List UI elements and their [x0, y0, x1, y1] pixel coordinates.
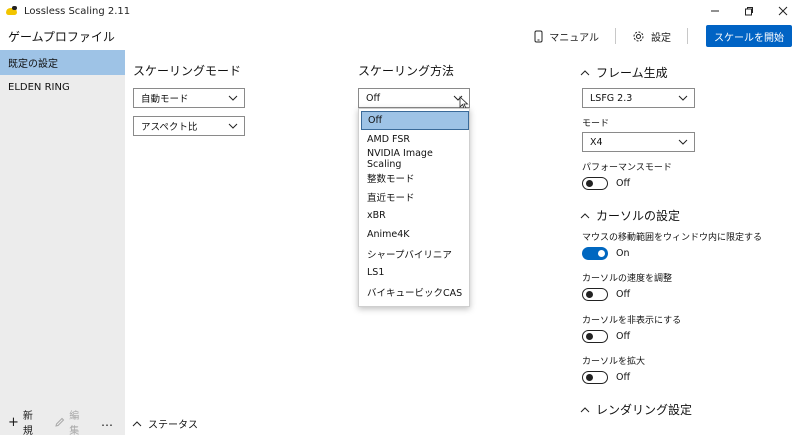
frame-gen-mode-dropdown[interactable]: X4	[582, 132, 695, 152]
scale-cursor-state: Off	[616, 372, 631, 383]
sidebar-actions: + 新規 編集 …	[0, 409, 125, 435]
performance-mode-state: Off	[616, 178, 631, 189]
rendering-section-header[interactable]: レンダリング設定	[580, 401, 692, 418]
settings-label: 設定	[651, 32, 671, 44]
new-profile-button[interactable]: + 新規	[8, 407, 42, 435]
frame-gen-mode-label: モード	[582, 119, 610, 129]
settings-button[interactable]: 設定	[624, 29, 679, 44]
chevron-down-icon	[678, 139, 688, 145]
section-title: フレーム生成	[596, 66, 668, 80]
frame-gen-section-header[interactable]: フレーム生成	[580, 64, 668, 81]
sidebar-item-default[interactable]: 既定の設定	[0, 50, 125, 75]
chevron-up-icon	[580, 69, 590, 75]
chevron-up-icon	[580, 406, 590, 412]
phone-icon	[534, 30, 543, 42]
scaling-mode-heading: スケーリングモード	[133, 64, 242, 78]
hide-cursor-toggle[interactable]	[582, 330, 608, 343]
dropdown-value: 自動モード	[141, 94, 189, 105]
scaling-method-options: Off AMD FSR NVIDIA Image Scaling 整数モード 直…	[358, 108, 470, 307]
clip-cursor-state: On	[616, 248, 630, 259]
close-icon[interactable]	[766, 0, 800, 22]
status-label: ステータス	[148, 420, 198, 431]
option-nearest-neighbor[interactable]: 直近モード	[361, 187, 469, 206]
option-amd-fsr[interactable]: AMD FSR	[361, 130, 469, 149]
option-anime4k[interactable]: Anime4K	[361, 225, 469, 244]
window-title: Lossless Scaling 2.11	[24, 5, 131, 17]
dropdown-value: X4	[590, 136, 603, 148]
minimize-icon[interactable]	[698, 0, 732, 22]
hide-cursor-label: カーソルを非表示にする	[582, 316, 682, 326]
option-integer-mode[interactable]: 整数モード	[361, 168, 469, 187]
performance-mode-label: パフォーマンスモード	[582, 163, 672, 173]
header-divider	[687, 28, 688, 44]
pencil-icon	[55, 417, 65, 427]
option-sharp-bilinear[interactable]: シャープバイリニア	[361, 244, 469, 263]
page-title: ゲームプロファイル	[8, 30, 115, 44]
edit-label: 編集	[69, 411, 80, 435]
status-toggle[interactable]: ステータス	[132, 416, 198, 431]
chevron-down-icon	[228, 123, 238, 129]
scale-cursor-toggle[interactable]	[582, 371, 608, 384]
chevron-up-icon	[580, 212, 590, 218]
manual-button[interactable]: マニュアル	[526, 29, 607, 44]
start-scaling-button[interactable]: スケールを開始	[706, 25, 792, 47]
sidebar-item-elden-ring[interactable]: ELDEN RING	[0, 75, 125, 100]
cursor-section-header[interactable]: カーソルの設定	[580, 207, 680, 224]
scaling-mode-dropdown[interactable]: 自動モード	[133, 88, 245, 108]
dropdown-value: Off	[366, 92, 381, 104]
dropdown-value: アスペクト比	[141, 122, 198, 133]
cursor-speed-state: Off	[616, 289, 631, 300]
more-icon: …	[101, 415, 113, 429]
dropdown-value: LSFG 2.3	[590, 92, 633, 104]
title-bar: Lossless Scaling 2.11	[0, 0, 800, 22]
option-ls1[interactable]: LS1	[361, 263, 469, 282]
edit-profile-button[interactable]: 編集	[54, 407, 89, 435]
option-bicubic-cas[interactable]: バイキュービックCAS	[361, 282, 469, 301]
clip-cursor-label: マウスの移動範囲をウィンドウ内に限定する	[582, 233, 763, 243]
cursor-speed-label: カーソルの速度を調整	[582, 274, 673, 284]
sidebar-item-label: 既定の設定	[8, 59, 58, 70]
manual-label: マニュアル	[549, 32, 599, 44]
frame-gen-version-dropdown[interactable]: LSFG 2.3	[582, 88, 695, 108]
scaling-method-heading: スケーリング方法	[358, 64, 455, 78]
scale-cursor-label: カーソルを拡大	[582, 357, 646, 367]
option-nvidia-image-scaling[interactable]: NVIDIA Image Scaling	[361, 148, 469, 170]
option-off[interactable]: Off	[361, 111, 469, 130]
aspect-ratio-dropdown[interactable]: アスペクト比	[133, 116, 245, 136]
app-header: ゲームプロファイル マニュアル 設定 スケールを開始	[0, 22, 800, 50]
chevron-down-icon	[678, 95, 688, 101]
section-title: レンダリング設定	[596, 403, 693, 417]
header-divider	[615, 28, 616, 44]
app-logo-icon	[6, 6, 18, 16]
new-label: 新規	[22, 411, 33, 435]
clip-cursor-toggle[interactable]	[582, 247, 608, 260]
plus-icon: +	[8, 414, 19, 430]
sidebar-item-label: ELDEN RING	[8, 82, 70, 93]
option-xbr[interactable]: xBR	[361, 206, 469, 225]
chevron-down-icon	[228, 95, 238, 101]
cursor-speed-toggle[interactable]	[582, 288, 608, 301]
scaling-method-dropdown[interactable]: Off	[358, 88, 470, 108]
hide-cursor-state: Off	[616, 331, 631, 342]
section-title: カーソルの設定	[596, 209, 681, 223]
restore-icon[interactable]	[732, 0, 766, 22]
profile-sidebar: 既定の設定 ELDEN RING + 新規 編集 …	[0, 50, 125, 435]
more-options-button[interactable]: …	[101, 415, 113, 429]
chevron-up-icon	[132, 420, 142, 426]
performance-mode-toggle[interactable]	[582, 177, 608, 190]
gear-icon	[633, 31, 644, 41]
